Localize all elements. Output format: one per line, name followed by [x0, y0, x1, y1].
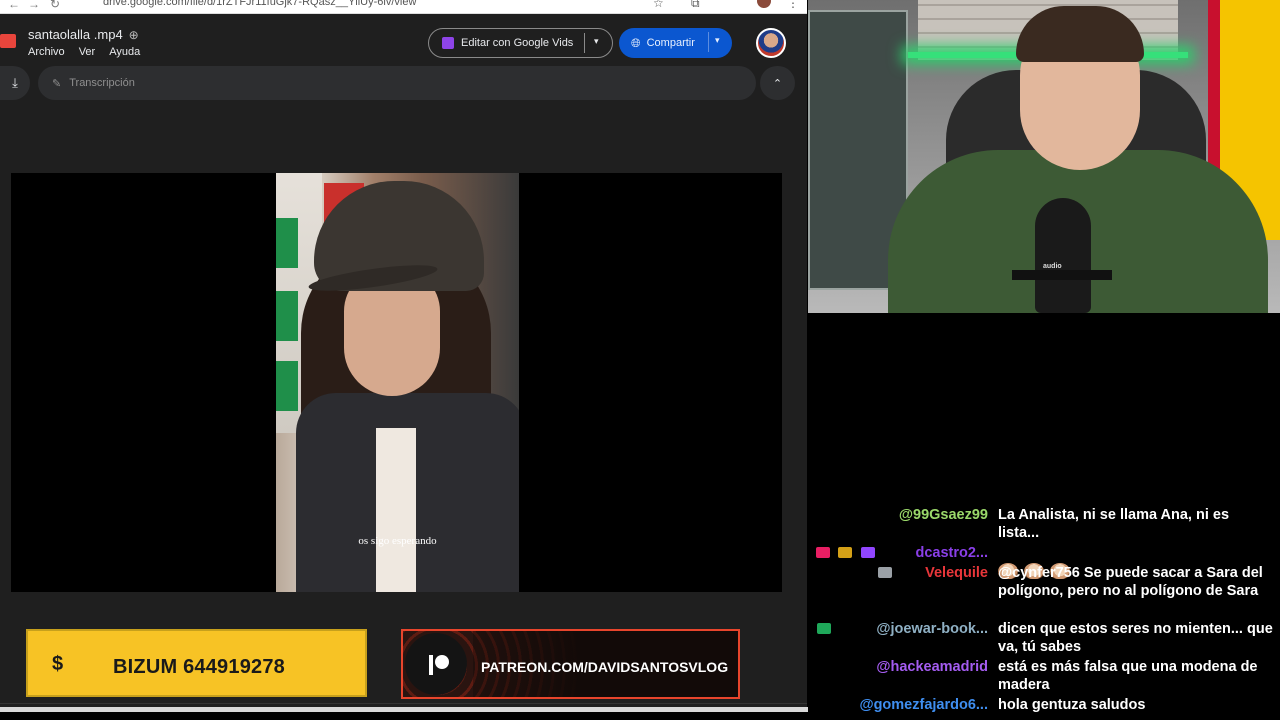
chat-text: La Analista, ni se llama Ana, ni es list… — [998, 507, 1230, 541]
badge-icon — [878, 567, 892, 578]
screen: ← → ↻ drive.google.com/file/d/1rZTFJr11f… — [0, 0, 1280, 720]
horizontal-scrollbar[interactable] — [0, 707, 808, 712]
extensions-icon[interactable]: ⧉ — [691, 0, 700, 11]
microphone-stand — [1012, 270, 1112, 280]
edit-with-vids-label: Editar con Google Vids — [461, 37, 574, 49]
video-file-icon — [0, 34, 16, 48]
google-vids-icon — [442, 37, 454, 49]
edit-options-chevron-icon[interactable]: ▾ — [594, 36, 599, 47]
chat-username[interactable]: dcastro2... — [915, 544, 988, 562]
browser-menu-icon[interactable]: ⋮ — [787, 0, 799, 10]
video-green-sign — [276, 218, 298, 268]
chat-text: está es más falsa que una modena de made… — [998, 659, 1258, 693]
subscriber-badge-icon — [816, 547, 830, 558]
transcript-label: Transcripción — [69, 77, 135, 89]
share-button[interactable]: 🌐︎ Compartir ▾ — [619, 28, 732, 58]
globe-icon: 🌐︎ — [631, 35, 641, 50]
patreon-text: PATREON.COM/DAVIDSANTOSVLOG — [481, 659, 729, 675]
transcript-icon: ✎ — [52, 77, 62, 90]
stream-chat: @99Gsaez99 La Analista, ni se llama Ana,… — [808, 313, 1280, 714]
button-divider — [708, 32, 709, 52]
share-label: Compartir — [646, 37, 695, 49]
menu-ayuda[interactable]: Ayuda — [109, 46, 140, 58]
share-options-chevron-icon[interactable]: ▾ — [715, 35, 720, 46]
bizum-text: BIZUM 644919278 — [113, 656, 285, 678]
chat-text: dicen que estos seres no mienten... que … — [998, 621, 1273, 655]
chat-username[interactable]: Velequile — [925, 564, 988, 582]
chat-username[interactable]: @gomezfajardo6... — [859, 696, 988, 714]
account-avatar[interactable] — [756, 28, 786, 58]
back-icon[interactable]: ← — [8, 0, 20, 11]
chat-username[interactable]: @joewar-book... — [876, 620, 988, 638]
menu-archivo[interactable]: Archivo — [28, 46, 65, 58]
patreon-logo-icon — [405, 633, 467, 695]
browser-url-bar[interactable]: ← → ↻ drive.google.com/file/d/1rZTFJr11f… — [0, 0, 807, 14]
collapse-chevron-up-icon[interactable]: ⌃ — [760, 66, 795, 100]
patreon-banner: PATREON.COM/DAVIDSANTOSVLOG — [401, 629, 740, 699]
video-green-sign — [276, 291, 298, 341]
dollar-icon: $ — [52, 653, 64, 675]
webcam-feed: audio — [808, 0, 1280, 313]
patreon-logo-bar — [429, 655, 433, 675]
video-green-sign — [276, 361, 298, 411]
microphone — [1035, 198, 1091, 313]
transcript-bar[interactable]: ✎ Transcripción — [38, 66, 756, 100]
browser-profile-avatar[interactable] — [757, 0, 771, 8]
forward-icon[interactable]: → — [28, 0, 40, 11]
microphone-brand: audio — [1043, 263, 1062, 270]
url-text[interactable]: drive.google.com/file/d/1rZTFJr11fuGjk7-… — [103, 0, 416, 8]
viewer-toolbar: ⤓ ✎ Transcripción ⌃ — [0, 66, 807, 102]
chat-username[interactable]: @hackeamadrid — [876, 658, 988, 676]
chat-text: @cynfer756 Se puede sacar a Sara del pol… — [998, 565, 1263, 599]
video-person-shirt — [376, 428, 416, 592]
drive-menu-bar: Archivo Ver Ayuda — [28, 46, 140, 58]
drive-viewer-window: ← → ↻ drive.google.com/file/d/1rZTFJr11f… — [0, 0, 807, 712]
bits-badge-icon — [838, 547, 852, 558]
file-name[interactable]: santaolalla .mp4 — [28, 27, 123, 42]
menu-ver[interactable]: Ver — [79, 46, 96, 58]
video-frame[interactable]: os sigo esperando — [276, 173, 519, 592]
bizum-banner: $ BIZUM 644919278 — [26, 629, 367, 697]
patreon-logo-circle — [435, 655, 449, 669]
gift-badge-icon — [861, 547, 875, 558]
badge-icon — [817, 623, 831, 634]
reload-icon[interactable]: ↻ — [50, 0, 60, 11]
file-title: santaolalla .mp4 ⊕ — [28, 27, 139, 42]
download-icon[interactable]: ⤓ — [0, 66, 30, 100]
bookmark-star-icon[interactable]: ☆ — [653, 0, 664, 10]
chat-username[interactable]: @99Gsaez99 — [899, 506, 988, 524]
video-subtitle: os sigo esperando — [358, 535, 437, 547]
button-divider — [584, 33, 585, 53]
chat-text: hola gentuza saludos — [998, 697, 1146, 713]
add-shortcut-icon[interactable]: ⊕ — [129, 28, 139, 42]
edit-with-vids-button[interactable]: Editar con Google Vids ▾ — [428, 28, 613, 58]
video-player[interactable]: os sigo esperando — [11, 173, 782, 592]
